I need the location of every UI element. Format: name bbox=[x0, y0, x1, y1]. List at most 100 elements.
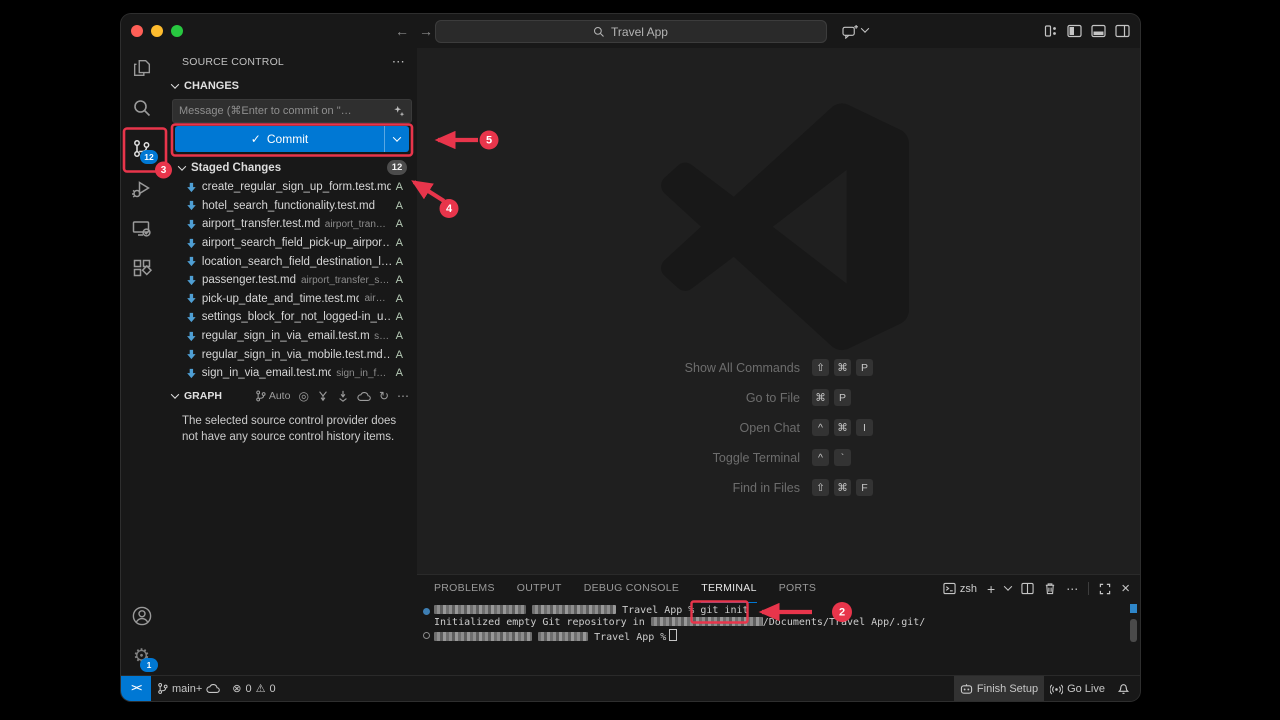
key-f: F bbox=[856, 479, 873, 496]
command-center-label: Travel App bbox=[611, 25, 668, 39]
close-window-button[interactable] bbox=[131, 25, 143, 37]
chat-dropdown-chevron-icon[interactable] bbox=[861, 24, 869, 32]
changes-section-header[interactable]: CHANGES bbox=[168, 76, 411, 96]
terminal-dropdown-chevron-icon[interactable] bbox=[1004, 582, 1012, 590]
staged-file-row[interactable]: passenger.test.md airport_transfer_s… A bbox=[162, 271, 417, 290]
scrollbar-annotation-marker bbox=[1130, 604, 1137, 613]
staged-changes-header[interactable]: Staged Changes 12 bbox=[168, 158, 407, 177]
chevron-down-icon bbox=[178, 162, 186, 170]
staged-file-row[interactable]: create_regular_sign_up_form.test.md A bbox=[162, 178, 417, 197]
nav-back-icon[interactable]: ← bbox=[395, 23, 409, 39]
key-i: I bbox=[856, 419, 873, 436]
markdown-file-icon bbox=[186, 182, 197, 193]
chat-icon[interactable] bbox=[842, 24, 859, 39]
cloud-icon[interactable] bbox=[357, 391, 371, 402]
terminal-text: Initialized empty Git repository in bbox=[434, 617, 645, 628]
split-terminal-icon[interactable] bbox=[1021, 582, 1034, 595]
extensions-activity-button[interactable] bbox=[121, 248, 162, 288]
run-debug-activity-button[interactable] bbox=[121, 168, 162, 208]
vscode-logo-watermark bbox=[648, 103, 920, 353]
chevron-down-icon bbox=[171, 390, 179, 398]
graph-section-header[interactable]: GRAPH Auto ◎ ↻ ⋯ bbox=[168, 387, 409, 405]
terminal-output[interactable]: Travel App % git init Initialized empty … bbox=[417, 602, 1140, 676]
remote-explorer-activity-button[interactable] bbox=[121, 208, 162, 248]
settings-button[interactable]: ⚙ 1 bbox=[121, 636, 162, 676]
fetch-icon[interactable] bbox=[317, 390, 329, 402]
file-name: settings_block_for_not_logged-in_u… bbox=[202, 311, 391, 323]
watermark-shortcuts: Show All Commands ⇧⌘P Go to File ⌘P Open… bbox=[510, 359, 970, 496]
commit-message-input[interactable] bbox=[173, 105, 393, 117]
maximize-panel-icon[interactable] bbox=[1099, 583, 1111, 595]
shortcut-label: Go to File bbox=[510, 391, 800, 405]
tab-problems[interactable]: PROBLEMS bbox=[434, 575, 495, 603]
problems-status-item[interactable]: ⊗ 0 ⚠ 0 bbox=[226, 676, 281, 701]
markdown-file-icon bbox=[186, 256, 197, 267]
scm-more-actions-icon[interactable]: ⋯ bbox=[392, 54, 405, 70]
zoom-window-button[interactable] bbox=[171, 25, 183, 37]
markdown-file-icon bbox=[186, 331, 197, 342]
branch-icon bbox=[157, 682, 168, 695]
staged-file-row[interactable]: regular_sign_in_via_mobile.test.md… A bbox=[162, 345, 417, 364]
git-status-added: A bbox=[396, 274, 403, 286]
command-pending-dot bbox=[423, 632, 430, 639]
commit-button-label: Commit bbox=[267, 132, 308, 146]
toggle-panel-icon[interactable] bbox=[1091, 24, 1106, 38]
staged-file-row[interactable]: airport_transfer.test.md airport_trans… … bbox=[162, 215, 417, 234]
terminal-shell-item[interactable]: zsh bbox=[943, 582, 977, 595]
minimize-window-button[interactable] bbox=[151, 25, 163, 37]
toggle-secondary-sidebar-icon[interactable] bbox=[1115, 24, 1130, 38]
tab-debug-console[interactable]: DEBUG CONSOLE bbox=[584, 575, 680, 603]
staged-file-row[interactable]: location_search_field_destination_l… A bbox=[162, 252, 417, 271]
bell-icon bbox=[1117, 682, 1130, 695]
file-path: airp… bbox=[364, 293, 390, 304]
staged-file-row[interactable]: regular_sign_in_via_email.test.md si… A bbox=[162, 327, 417, 346]
staged-file-row[interactable]: sign_in_via_email.test.md sign_in_fo… A bbox=[162, 364, 417, 383]
target-icon[interactable]: ◎ bbox=[298, 389, 308, 403]
kill-terminal-trash-icon[interactable] bbox=[1044, 582, 1056, 595]
search-activity-button[interactable] bbox=[121, 88, 162, 128]
new-terminal-button[interactable]: + bbox=[987, 581, 995, 597]
go-live-button[interactable]: Go Live bbox=[1044, 676, 1111, 701]
file-name: pick-up_date_and_time.test.md bbox=[202, 293, 360, 305]
commit-button[interactable]: ✓ Commit bbox=[175, 126, 409, 152]
source-control-activity-button[interactable]: 12 bbox=[121, 128, 162, 168]
tab-terminal[interactable]: TERMINAL bbox=[701, 575, 757, 603]
redacted-text bbox=[532, 605, 616, 614]
customize-layout-icon[interactable] bbox=[1044, 24, 1058, 38]
terminal-scrollbar[interactable] bbox=[1130, 619, 1137, 642]
pull-icon[interactable] bbox=[337, 390, 349, 402]
traffic-lights bbox=[131, 25, 183, 37]
graph-more-actions-icon[interactable]: ⋯ bbox=[397, 389, 409, 403]
staged-file-row[interactable]: settings_block_for_not_logged-in_u… A bbox=[162, 308, 417, 327]
file-path: airport_trans… bbox=[325, 219, 391, 230]
remote-icon: >< bbox=[131, 683, 141, 694]
staged-file-row[interactable]: airport_search_field_pick-up_airpor… A bbox=[162, 234, 417, 253]
markdown-file-icon bbox=[186, 275, 197, 286]
command-center-search[interactable]: Travel App bbox=[435, 20, 827, 43]
generate-commit-message-icon[interactable] bbox=[393, 105, 405, 117]
staged-file-row[interactable]: pick-up_date_and_time.test.md airp… A bbox=[162, 290, 417, 309]
toggle-primary-sidebar-icon[interactable] bbox=[1067, 24, 1082, 38]
file-name: regular_sign_in_via_mobile.test.md… bbox=[202, 349, 391, 361]
commit-dropdown-button[interactable] bbox=[384, 126, 409, 152]
explorer-activity-button[interactable] bbox=[121, 48, 162, 88]
tab-ports[interactable]: PORTS bbox=[779, 575, 816, 603]
notifications-bell-button[interactable] bbox=[1111, 676, 1140, 701]
remote-indicator[interactable]: >< bbox=[121, 676, 151, 701]
tab-output[interactable]: OUTPUT bbox=[517, 575, 562, 603]
branch-status-item[interactable]: main+ bbox=[151, 676, 226, 701]
git-status-added: A bbox=[396, 293, 403, 305]
panel-more-actions-icon[interactable]: ⋯ bbox=[1066, 582, 1078, 596]
settings-badge: 1 bbox=[140, 658, 158, 672]
git-status-added: A bbox=[396, 237, 403, 249]
branch-icon bbox=[255, 390, 266, 402]
accounts-button[interactable] bbox=[121, 596, 162, 636]
close-panel-icon[interactable]: × bbox=[1121, 580, 1130, 597]
nav-forward-icon[interactable]: → bbox=[419, 23, 433, 39]
graph-auto-toggle[interactable]: Auto bbox=[255, 390, 291, 402]
staged-file-row[interactable]: hotel_search_functionality.test.md A bbox=[162, 197, 417, 216]
key-backtick: ` bbox=[834, 449, 851, 466]
finish-setup-button[interactable]: Finish Setup bbox=[954, 676, 1044, 701]
refresh-icon[interactable]: ↻ bbox=[379, 389, 389, 403]
file-name: passenger.test.md bbox=[202, 274, 296, 286]
